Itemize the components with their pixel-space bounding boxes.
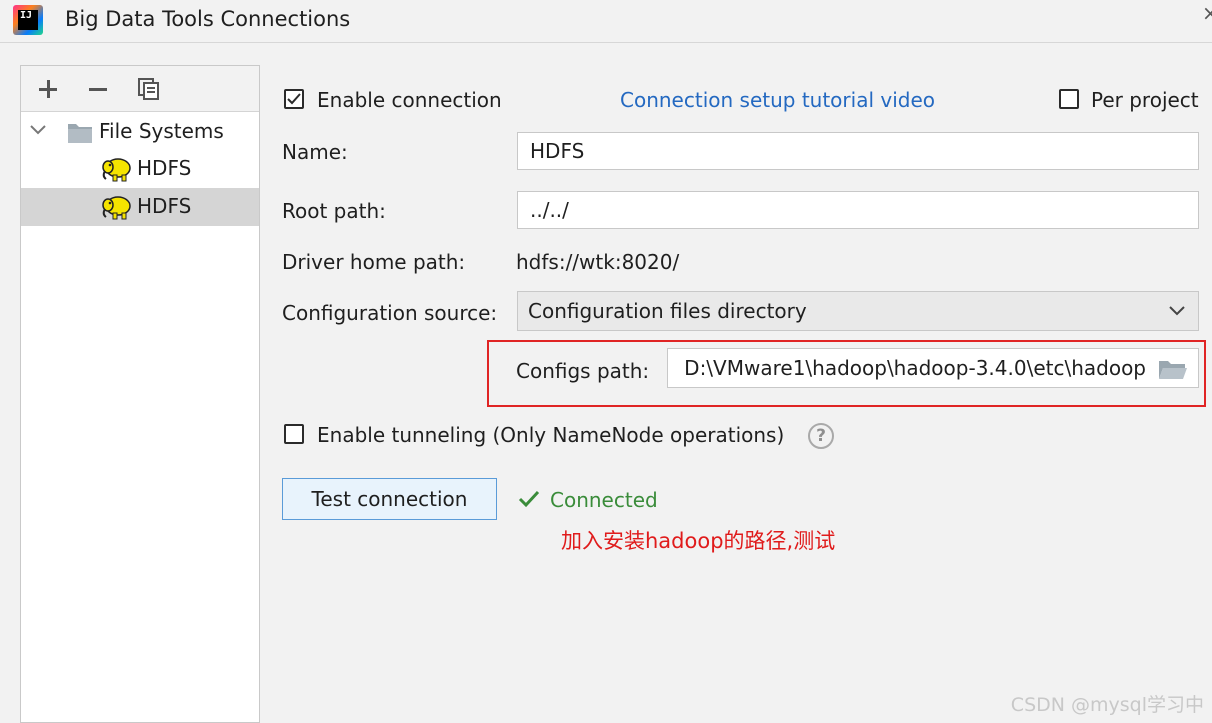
folder-open-icon[interactable] [1158, 358, 1188, 380]
enable-tunneling-checkbox[interactable] [284, 424, 304, 444]
sidebar-toolbar [21, 66, 259, 112]
name-label: Name: [282, 140, 348, 164]
window-title: Big Data Tools Connections [65, 7, 351, 31]
checkmark-icon [287, 93, 301, 105]
hadoop-elephant-icon [102, 158, 131, 182]
name-input[interactable]: HDFS [517, 132, 1199, 170]
tree-item-label: HDFS [137, 156, 192, 180]
tree-item-hdfs[interactable]: HDFS [21, 150, 259, 188]
close-icon[interactable]: × [1202, 6, 1212, 20]
config-source-value: Configuration files directory [528, 299, 807, 323]
configs-path-label: Configs path: [516, 359, 650, 383]
per-project-checkbox[interactable] [1059, 89, 1079, 109]
driver-home-label: Driver home path: [282, 250, 466, 274]
minus-icon[interactable] [83, 74, 113, 104]
configs-path-value: D:\VMware1\hadoop\hadoop-3.4.0\etc\hadoo… [684, 356, 1146, 380]
enable-connection-label[interactable]: Enable connection [317, 88, 502, 112]
tree-item-hdfs-selected[interactable]: HDFS [21, 188, 259, 226]
root-path-input[interactable]: ../../ [517, 191, 1199, 229]
config-source-label: Configuration source: [282, 301, 498, 325]
intellij-logo-icon: IJ [13, 5, 43, 35]
hadoop-elephant-icon [102, 196, 131, 220]
chevron-down-icon [1169, 306, 1185, 316]
annotation-text: 加入安装hadoop的路径,测试 [561, 529, 836, 553]
help-icon[interactable]: ? [808, 423, 834, 449]
enable-tunneling-label[interactable]: Enable tunneling (Only NameNode operatio… [317, 423, 784, 447]
connections-sidebar: File Systems HDFS HDFS [20, 65, 260, 723]
plus-icon[interactable] [33, 74, 63, 104]
tree-group-label: File Systems [99, 119, 224, 143]
per-project-label[interactable]: Per project [1091, 88, 1199, 112]
watermark: CSDN @mysql学习中 [1010, 694, 1204, 716]
chevron-down-icon[interactable] [29, 123, 47, 137]
tree-group-file-systems[interactable]: File Systems [21, 113, 259, 151]
root-path-label: Root path: [282, 199, 386, 223]
configs-path-input[interactable]: D:\VMware1\hadoop\hadoop-3.4.0\etc\hadoo… [667, 348, 1199, 388]
folder-icon [68, 124, 92, 143]
tutorial-video-link[interactable]: Connection setup tutorial video [620, 88, 935, 112]
enable-connection-checkbox[interactable] [284, 89, 304, 109]
test-connection-button[interactable]: Test connection [282, 478, 497, 520]
driver-home-value: hdfs://wtk:8020/ [516, 250, 680, 274]
copy-icon[interactable] [134, 74, 164, 104]
config-source-select[interactable]: Configuration files directory [517, 291, 1199, 331]
success-check-icon [518, 490, 540, 508]
tree-item-label: HDFS [137, 194, 192, 218]
connection-status: Connected [550, 488, 658, 512]
title-bar: IJ Big Data Tools Connections × [0, 0, 1212, 43]
